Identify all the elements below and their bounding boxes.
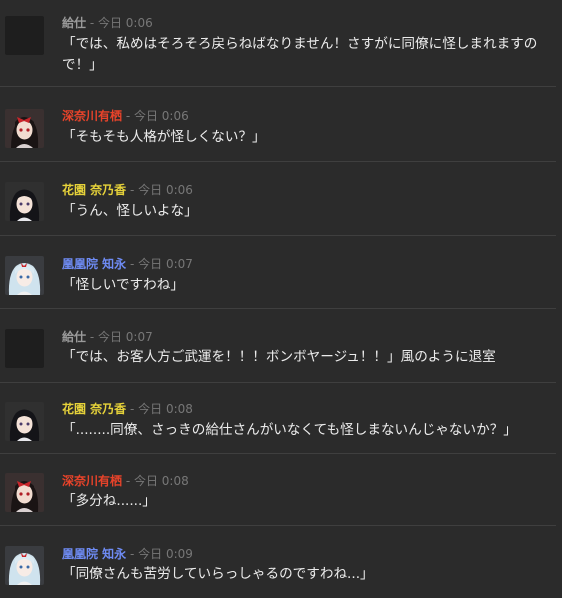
message-text: 「怪しいですわね」 xyxy=(62,277,184,293)
black-hair-girl-avatar[interactable] xyxy=(5,402,44,441)
message-text: 「同僚さんも苦労していらっしゃるのですわね...」 xyxy=(62,566,374,582)
message-timestamp: - 今日 0:08 xyxy=(122,474,189,488)
message-timestamp: - 今日 0:06 xyxy=(86,16,153,30)
silver-hair-girl-avatar[interactable] xyxy=(5,546,44,585)
chat-message: 深奈川有栖 - 今日 0:08 「多分ね......」 xyxy=(0,454,556,526)
message-text: 「では、私めはそろそろ戻らねばなりません！さすがに同僚に怪しまれますので！」 xyxy=(62,36,538,73)
message-header: 花園 奈乃香 - 今日 0:06 xyxy=(62,183,193,197)
message-timestamp: - 今日 0:07 xyxy=(126,257,193,271)
author-name[interactable]: 花園 奈乃香 xyxy=(62,402,126,416)
author-name[interactable]: 深奈川有栖 xyxy=(62,109,122,123)
author-name[interactable]: 給仕 xyxy=(62,16,86,30)
author-name[interactable]: 給仕 xyxy=(62,330,86,344)
chat-message: 凰凰院 知永 - 今日 0:09 「同僚さんも苦労していらっしゃるのですわね..… xyxy=(0,526,556,598)
message-text: 「うん、怪しいよな」 xyxy=(62,203,198,219)
message-timestamp: - 今日 0:08 xyxy=(126,402,193,416)
message-header: 給仕 - 今日 0:06 xyxy=(62,16,153,30)
message-header: 凰凰院 知永 - 今日 0:09 xyxy=(62,547,193,561)
red-ribbon-girl-avatar[interactable] xyxy=(5,109,44,148)
chat-message: 凰凰院 知永 - 今日 0:07 「怪しいですわね」 xyxy=(0,236,556,309)
message-timestamp: - 今日 0:07 xyxy=(86,330,153,344)
blank-avatar[interactable] xyxy=(5,329,44,368)
red-ribbon-girl-avatar[interactable] xyxy=(5,473,44,512)
message-text: 「多分ね......」 xyxy=(62,493,156,509)
message-text: 「そもそも人格が怪しくない？」 xyxy=(62,129,266,145)
chat-message: 深奈川有栖 - 今日 0:06 「そもそも人格が怪しくない？」 xyxy=(0,87,556,162)
chat-message: 給仕 - 今日 0:06 「では、私めはそろそろ戻らねばなりません！さすがに同僚… xyxy=(0,0,556,87)
message-header: 深奈川有栖 - 今日 0:08 xyxy=(62,474,189,488)
author-name[interactable]: 凰凰院 知永 xyxy=(62,257,126,271)
author-name[interactable]: 花園 奈乃香 xyxy=(62,183,126,197)
silver-hair-girl-avatar[interactable] xyxy=(5,256,44,295)
chat-message: 給仕 - 今日 0:07 「では、お客人方ご武運を！！！ボンボヤージュ！！」風の… xyxy=(0,309,556,383)
message-text: 「........同僚、さっきの給仕さんがいなくても怪しまないんじゃないか？」 xyxy=(62,422,517,438)
message-header: 花園 奈乃香 - 今日 0:08 xyxy=(62,402,193,416)
black-hair-girl-avatar[interactable] xyxy=(5,182,44,221)
blank-avatar[interactable] xyxy=(5,16,44,55)
message-timestamp: - 今日 0:06 xyxy=(126,183,193,197)
message-timestamp: - 今日 0:06 xyxy=(122,109,189,123)
message-header: 凰凰院 知永 - 今日 0:07 xyxy=(62,257,193,271)
chat-message: 花園 奈乃香 - 今日 0:08 「........同僚、さっきの給仕さんがいな… xyxy=(0,383,556,454)
chat-log: 給仕 - 今日 0:06 「では、私めはそろそろ戻らねばなりません！さすがに同僚… xyxy=(0,0,562,598)
message-header: 給仕 - 今日 0:07 xyxy=(62,330,153,344)
message-text: 「では、お客人方ご武運を！！！ボンボヤージュ！！」風のように退室 xyxy=(62,349,496,365)
author-name[interactable]: 深奈川有栖 xyxy=(62,474,122,488)
message-header: 深奈川有栖 - 今日 0:06 xyxy=(62,109,189,123)
chat-message: 花園 奈乃香 - 今日 0:06 「うん、怪しいよな」 xyxy=(0,162,556,236)
message-timestamp: - 今日 0:09 xyxy=(126,547,193,561)
author-name[interactable]: 凰凰院 知永 xyxy=(62,547,126,561)
